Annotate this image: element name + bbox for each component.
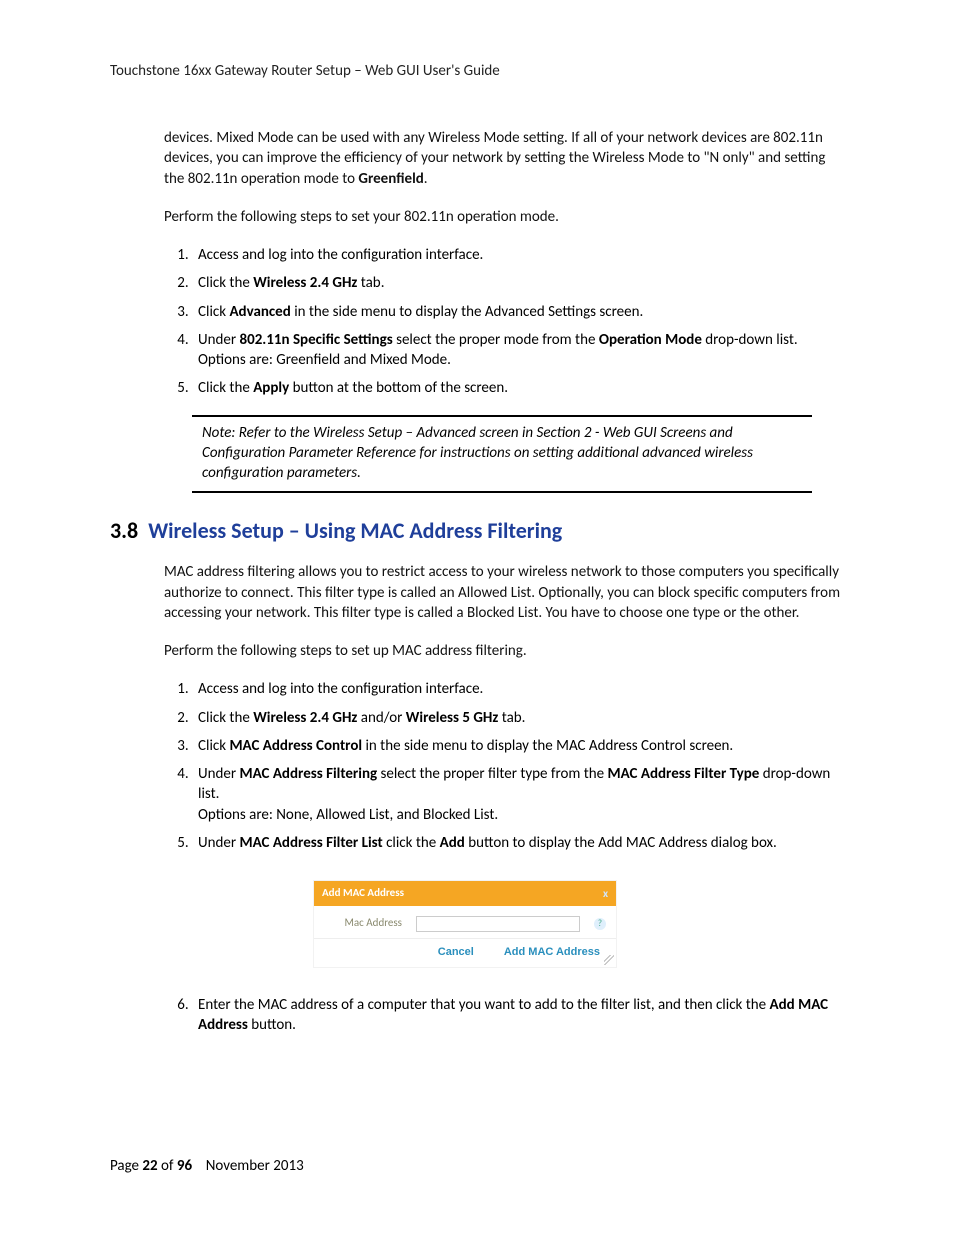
step-1: Access and log into the configuration in… (192, 679, 844, 699)
mac-paragraph-2: Perform the following steps to set up MA… (164, 641, 844, 661)
step-5: Under MAC Address Filter List click the … (192, 833, 844, 967)
text: Click the (198, 709, 253, 727)
footer-page-label: Page (110, 1157, 142, 1175)
text: button at the bottom of the screen. (289, 379, 508, 397)
bold-wireless24: Wireless 2.4 GHz (253, 709, 357, 727)
dialog-header: Add MAC Address x (314, 881, 616, 906)
dialog-title: Add MAC Address (322, 886, 404, 901)
section-heading-3-8: 3.8 Wireless Setup – Using MAC Address Fi… (110, 517, 844, 544)
bold-operation-mode: Operation Mode (599, 331, 702, 349)
footer-of: of (158, 1157, 177, 1175)
bold-mac-filtering: MAC Address Filtering (239, 765, 377, 783)
text: Under (198, 834, 239, 852)
steps-operation-mode: Access and log into the configuration in… (164, 245, 844, 399)
footer-date: November 2013 (192, 1157, 304, 1175)
add-mac-dialog: Add MAC Address x Mac Address ? Cancel A… (314, 881, 616, 967)
text: and/or (357, 709, 405, 727)
text: drop-down list. (702, 331, 798, 349)
text: select the proper mode from the (393, 331, 599, 349)
steps-mac-filtering: Access and log into the configuration in… (164, 679, 844, 1035)
resize-grip-icon[interactable] (604, 955, 614, 965)
text: . (424, 170, 428, 188)
step-4-options: Options are: Greenfield and Mixed Mode. (198, 351, 451, 369)
bold-filter-type: MAC Address Filter Type (608, 765, 760, 783)
mac-address-label: Mac Address (324, 916, 402, 931)
text: Under (198, 765, 239, 783)
footer-page-total: 96 (177, 1157, 192, 1175)
step-2: Click the Wireless 2.4 GHz and/or Wirele… (192, 708, 844, 728)
text: button to display the Add MAC Address di… (465, 834, 777, 852)
document-page: Touchstone 16xx Gateway Router Setup – W… (0, 0, 954, 1235)
bold-advanced: Advanced (229, 303, 290, 321)
text: Click (198, 737, 229, 755)
step-3: Click Advanced in the side menu to displ… (192, 302, 844, 322)
section-title: Wireless Setup – Using MAC Address Filte… (148, 517, 562, 544)
add-mac-address-button[interactable]: Add MAC Address (498, 945, 606, 959)
dialog-body: Mac Address ? (314, 906, 616, 939)
text: Click the (198, 274, 253, 292)
bold-filter-list: MAC Address Filter List (239, 834, 382, 852)
text: tab. (357, 274, 384, 292)
step-6: Enter the MAC address of a computer that… (192, 995, 844, 1036)
step-4-options: Options are: None, Allowed List, and Blo… (198, 806, 498, 824)
running-header: Touchstone 16xx Gateway Router Setup – W… (110, 62, 844, 80)
bold-wireless24: Wireless 2.4 GHz (253, 274, 357, 292)
step-2: Click the Wireless 2.4 GHz tab. (192, 273, 844, 293)
bold-wireless5: Wireless 5 GHz (406, 709, 499, 727)
text: click the (383, 834, 440, 852)
bold-add: Add (440, 834, 465, 852)
note-box: Note: Refer to the Wireless Setup – Adva… (192, 415, 812, 494)
text: devices. Mixed Mode can be used with any… (164, 129, 825, 188)
step-3: Click MAC Address Control in the side me… (192, 736, 844, 756)
text: Enter the MAC address of a computer that… (198, 996, 770, 1014)
page-footer: Page 22 of 96 November 2013 (110, 1157, 304, 1175)
dialog-footer: Cancel Add MAC Address (314, 939, 616, 967)
mac-address-input[interactable] (416, 916, 580, 932)
text: tab. (498, 709, 525, 727)
intro-paragraph-2: Perform the following steps to set your … (164, 207, 844, 227)
step-1: Access and log into the configuration in… (192, 245, 844, 265)
bold-80211n: 802.11n Specific Settings (239, 331, 392, 349)
mac-paragraph-1: MAC address filtering allows you to rest… (164, 562, 844, 623)
step-4: Under 802.11n Specific Settings select t… (192, 330, 844, 371)
section-number: 3.8 (110, 517, 138, 544)
close-icon[interactable]: x (603, 888, 608, 899)
text: select the proper filter type from the (377, 765, 607, 783)
text: Under (198, 331, 239, 349)
text: in the side menu to display the MAC Addr… (362, 737, 733, 755)
text: Click the (198, 379, 253, 397)
cancel-button[interactable]: Cancel (432, 945, 480, 959)
bold-apply: Apply (253, 379, 289, 397)
help-icon[interactable]: ? (594, 918, 606, 930)
text: button. (248, 1016, 296, 1034)
text: in the side menu to display the Advanced… (291, 303, 643, 321)
footer-page-current: 22 (142, 1157, 157, 1175)
bold-greenfield: Greenfield (358, 170, 423, 188)
intro-paragraph-1: devices. Mixed Mode can be used with any… (164, 128, 844, 189)
bold-mac-control: MAC Address Control (229, 737, 362, 755)
step-5: Click the Apply button at the bottom of … (192, 378, 844, 398)
step-4: Under MAC Address Filtering select the p… (192, 764, 844, 825)
text: Click (198, 303, 229, 321)
